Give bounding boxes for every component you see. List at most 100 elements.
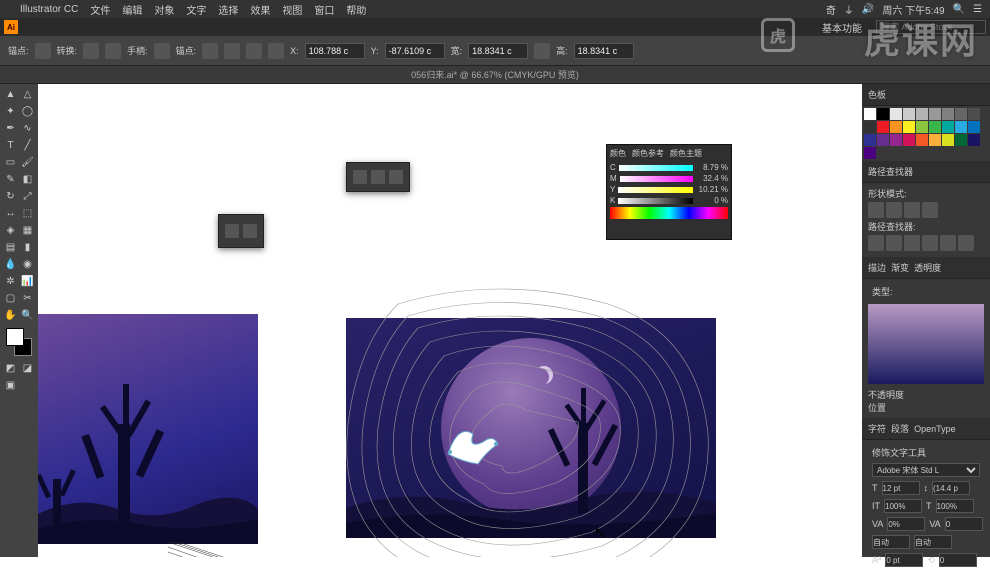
swatch-color[interactable] xyxy=(916,121,928,133)
artboard-tool[interactable]: ▢ xyxy=(2,290,19,307)
direct-select-tool[interactable]: △ xyxy=(19,86,36,103)
char-tab[interactable]: 字符 xyxy=(868,424,886,434)
selection-tool[interactable]: ▲ xyxy=(2,86,19,103)
hscale-input[interactable] xyxy=(936,499,974,513)
h-input[interactable] xyxy=(574,43,634,59)
swatch-color[interactable] xyxy=(942,121,954,133)
swatch-color[interactable] xyxy=(942,108,954,120)
brush-tool[interactable]: 🖌 xyxy=(19,154,36,171)
convert-smooth-icon[interactable] xyxy=(105,43,121,59)
leading-input[interactable] xyxy=(932,481,970,495)
exclude-icon[interactable] xyxy=(922,202,938,218)
fill-stroke-swatch[interactable] xyxy=(6,328,32,356)
swatch-color[interactable] xyxy=(903,108,915,120)
swatch-color[interactable] xyxy=(903,121,915,133)
draw-mode-icon[interactable]: ◪ xyxy=(19,360,36,377)
hand-tool[interactable]: ✋ xyxy=(2,307,19,324)
rotate-tool[interactable]: ↻ xyxy=(2,188,19,205)
mesh-tool[interactable]: ▤ xyxy=(2,239,19,256)
screen-mode-icon[interactable]: ▣ xyxy=(2,377,19,394)
swatch-color[interactable] xyxy=(955,134,967,146)
convert-corner-icon[interactable] xyxy=(83,43,99,59)
direct-selection-icon[interactable] xyxy=(243,224,257,238)
menu-view[interactable]: 视图 xyxy=(282,2,302,17)
swatch-color[interactable] xyxy=(929,108,941,120)
swatch-color[interactable] xyxy=(864,121,876,133)
spectrum-bar[interactable] xyxy=(610,207,728,219)
workspace-switcher[interactable]: 基本功能 xyxy=(822,20,862,35)
rectangle-tool[interactable]: ▭ xyxy=(2,154,19,171)
remove-anchor-icon[interactable] xyxy=(202,43,218,59)
tracking-input[interactable] xyxy=(945,517,983,531)
menu-help[interactable]: 帮助 xyxy=(346,2,366,17)
menu-select[interactable]: 选择 xyxy=(218,2,238,17)
menu-type[interactable]: 文字 xyxy=(186,2,206,17)
menu-edit[interactable]: 编辑 xyxy=(122,2,142,17)
transform-icon[interactable] xyxy=(268,43,284,59)
swatch-color[interactable] xyxy=(942,134,954,146)
wifi-icon[interactable]: ⏚ xyxy=(844,2,854,17)
baseline-shift-input[interactable] xyxy=(885,553,923,567)
free-transform-tool[interactable]: ⬚ xyxy=(19,205,36,222)
pathfinder-tab[interactable]: 路径查找器 xyxy=(862,161,990,183)
swatch-color[interactable] xyxy=(890,108,902,120)
bird-shape[interactable] xyxy=(438,414,508,474)
menu-window[interactable]: 窗口 xyxy=(314,2,334,17)
line-tool[interactable]: ╱ xyxy=(19,137,36,154)
divide-icon[interactable] xyxy=(868,235,884,251)
minus-back-icon[interactable] xyxy=(958,235,974,251)
shape-builder-tool[interactable]: ◈ xyxy=(2,222,19,239)
slice-tool[interactable]: ✂ xyxy=(19,290,36,307)
swatch-color[interactable] xyxy=(890,134,902,146)
swatch-color[interactable] xyxy=(955,108,967,120)
selection-icon[interactable] xyxy=(225,224,239,238)
color-tab[interactable]: 颜色 xyxy=(610,148,626,159)
swatch-color[interactable] xyxy=(877,108,889,120)
auto1-input[interactable] xyxy=(872,535,910,549)
transparency-tab[interactable]: 透明度 xyxy=(914,263,941,273)
brush-icon[interactable] xyxy=(353,170,367,184)
handle-icon[interactable] xyxy=(154,43,170,59)
minus-front-icon[interactable] xyxy=(886,202,902,218)
menu-object[interactable]: 对象 xyxy=(154,2,174,17)
magic-wand-tool[interactable]: ✦ xyxy=(2,103,19,120)
float-selection-panel[interactable] xyxy=(218,214,264,248)
stroke-tab[interactable]: 描边 xyxy=(868,263,886,273)
pen-tool[interactable]: ✒ xyxy=(2,120,19,137)
color-mode-icon[interactable]: ◩ xyxy=(2,360,19,377)
curvature-tool[interactable]: ∿ xyxy=(19,120,36,137)
crop-icon[interactable] xyxy=(922,235,938,251)
swatch-color[interactable] xyxy=(877,121,889,133)
swatch-color[interactable] xyxy=(903,134,915,146)
merge-icon[interactable] xyxy=(904,235,920,251)
color-panel[interactable]: 颜色 颜色参考 颜色主题 C8.79 % M32.4 % Y10.21 % K0… xyxy=(606,144,732,240)
intersect-icon[interactable] xyxy=(904,202,920,218)
font-select[interactable]: Adobe 宋体 Std L xyxy=(872,463,980,477)
kern-input[interactable] xyxy=(887,517,925,531)
swatch-color[interactable] xyxy=(955,121,967,133)
type-tool[interactable]: T xyxy=(2,137,19,154)
swatch-color[interactable] xyxy=(916,108,928,120)
touch-type-button[interactable]: 修饰文字工具 xyxy=(872,446,926,459)
font-size-input[interactable] xyxy=(882,481,920,495)
lasso-tool[interactable]: ◯ xyxy=(19,103,36,120)
swatch-color[interactable] xyxy=(929,121,941,133)
eraser-tool[interactable]: ◧ xyxy=(19,171,36,188)
k-slider[interactable] xyxy=(618,198,693,204)
menubar-icon[interactable]: 奇 xyxy=(826,2,836,17)
auto2-input[interactable] xyxy=(914,535,952,549)
y-slider[interactable] xyxy=(618,187,693,193)
swatch-color[interactable] xyxy=(877,134,889,146)
scale-tool[interactable]: ⤢ xyxy=(19,188,36,205)
eyedropper-tool[interactable]: 💧 xyxy=(2,256,19,273)
symbol-spray-tool[interactable]: ✲ xyxy=(2,273,19,290)
anchor-convert-icon[interactable] xyxy=(35,43,51,59)
link-wh-icon[interactable] xyxy=(534,43,550,59)
perspective-tool[interactable]: ▦ xyxy=(19,222,36,239)
blend-tool[interactable]: ◉ xyxy=(19,256,36,273)
swatch-color[interactable] xyxy=(864,108,876,120)
gradient-tool[interactable]: ▮ xyxy=(19,239,36,256)
vscale-input[interactable] xyxy=(884,499,922,513)
para-tab[interactable]: 段落 xyxy=(891,424,909,434)
swatch-color[interactable] xyxy=(929,134,941,146)
